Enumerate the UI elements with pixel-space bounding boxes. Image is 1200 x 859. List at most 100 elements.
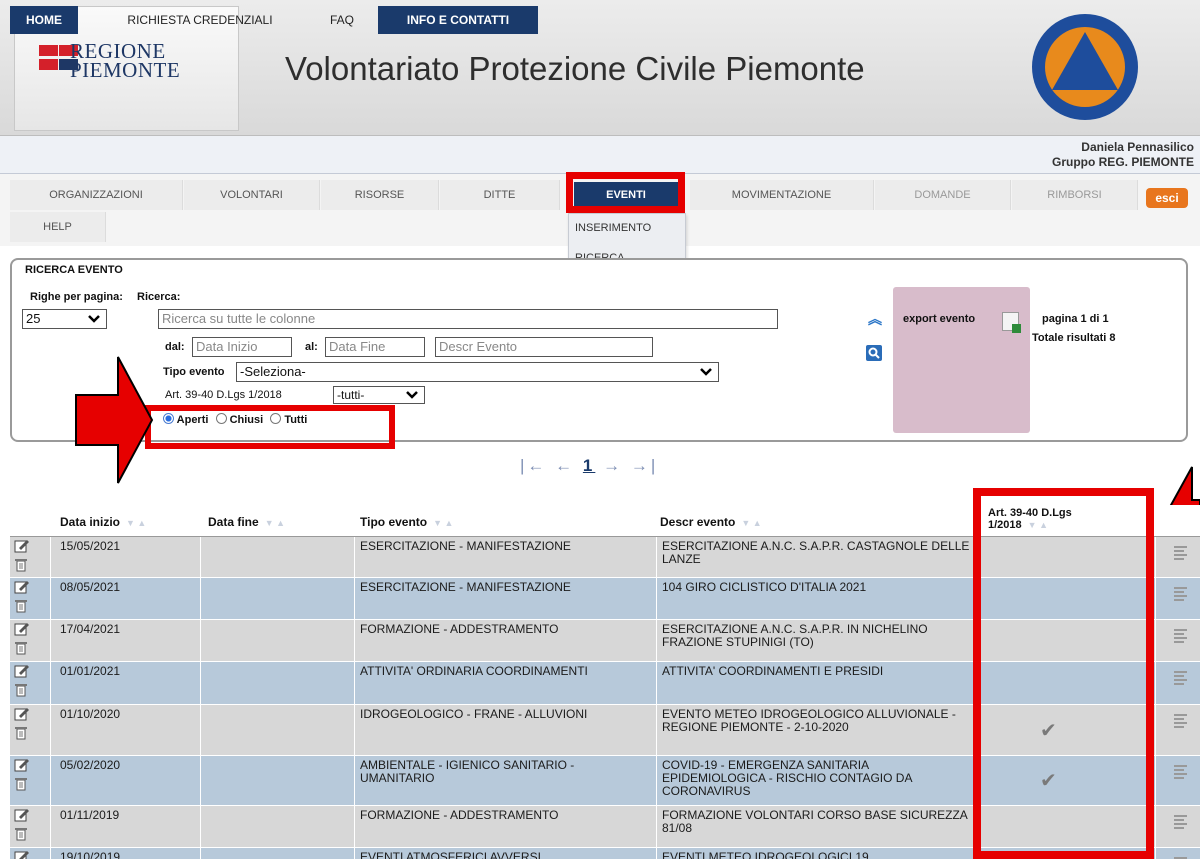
edit-icon[interactable]: [14, 758, 30, 772]
cell-tipo-evento: ESERCITAZIONE - MANIFESTAZIONE: [360, 539, 571, 553]
excel-export-icon[interactable]: [1002, 312, 1021, 333]
column-separator: [656, 537, 657, 577]
logo-text: REGIONE PIEMONTE: [70, 41, 180, 81]
rows-label: Righe per pagina:: [30, 291, 123, 303]
subnav-help[interactable]: HELP: [10, 212, 106, 242]
first-page-button[interactable]: |←: [520, 456, 547, 475]
subnav-ditte[interactable]: DITTE: [440, 180, 560, 210]
delete-icon[interactable]: [14, 558, 28, 572]
col-data-inizio[interactable]: Data inizio ▼ ▲: [60, 515, 146, 529]
cell-tipo-evento: ESERCITAZIONE - MANIFESTAZIONE: [360, 580, 571, 594]
details-icon[interactable]: [1174, 545, 1188, 561]
search-input[interactable]: Ricerca su tutte le colonne: [158, 309, 778, 329]
column-separator: [1155, 537, 1156, 577]
tipo-evento-label: Tipo evento: [163, 366, 225, 378]
edit-icon[interactable]: [14, 707, 30, 721]
delete-icon[interactable]: [14, 641, 28, 655]
last-page-button[interactable]: →|: [631, 456, 658, 475]
column-separator: [50, 705, 51, 755]
delete-icon[interactable]: [14, 599, 28, 613]
user-name: Daniela Pennasilico: [1081, 140, 1194, 154]
export-evento-link[interactable]: export evento: [903, 313, 975, 325]
row-actions: [14, 664, 34, 702]
cell-descr-evento: EVENTI METEO IDROGEOLOGICI 19: [662, 850, 869, 859]
menu-item-inserimento[interactable]: INSERIMENTO: [575, 222, 651, 234]
subnav-volontari[interactable]: VOLONTARI: [184, 180, 320, 210]
delete-icon[interactable]: [14, 827, 28, 841]
edit-icon[interactable]: [14, 808, 30, 822]
delete-icon[interactable]: [14, 777, 28, 791]
col-data-fine[interactable]: Data fine ▼ ▲: [208, 515, 285, 529]
column-separator: [656, 578, 657, 619]
data-fine-input[interactable]: Data Fine: [325, 337, 425, 357]
delete-icon[interactable]: [14, 726, 28, 740]
column-separator: [200, 806, 201, 847]
chevron-down-icon: [88, 315, 100, 323]
prev-page-button[interactable]: ←: [555, 456, 575, 475]
tipo-evento-value: -Seleziona-: [240, 364, 306, 379]
edit-icon[interactable]: [14, 622, 30, 636]
edit-icon[interactable]: [14, 664, 30, 678]
column-separator: [354, 620, 355, 661]
row-actions: [14, 622, 34, 660]
column-separator: [50, 578, 51, 619]
col-descr-evento[interactable]: Descr evento ▼ ▲: [660, 515, 762, 529]
cell-data-inizio: 01/10/2020: [60, 707, 121, 721]
nav-faq[interactable]: FAQ: [318, 6, 366, 34]
edit-icon[interactable]: [14, 850, 30, 859]
column-separator: [200, 620, 201, 661]
red-arrow-right-icon: [75, 356, 154, 484]
export-panel: [893, 287, 1030, 433]
delete-icon[interactable]: [14, 683, 28, 697]
details-icon[interactable]: [1174, 628, 1188, 644]
column-separator: [1155, 705, 1156, 755]
art-select[interactable]: -tutti-: [333, 386, 425, 404]
tipo-evento-select[interactable]: -Seleziona-: [236, 362, 719, 382]
edit-icon[interactable]: [14, 580, 30, 594]
cell-tipo-evento: IDROGEOLOGICO - FRANE - ALLUVIONI: [360, 707, 588, 721]
column-separator: [354, 806, 355, 847]
search-icon[interactable]: [866, 345, 882, 361]
descr-evento-input[interactable]: Descr Evento: [435, 337, 653, 357]
next-page-button[interactable]: →: [603, 456, 623, 475]
details-icon[interactable]: [1174, 670, 1188, 686]
column-separator: [200, 578, 201, 619]
cell-tipo-evento: FORMAZIONE - ADDESTRAMENTO: [360, 808, 559, 822]
nav-richiesta-credenziali[interactable]: RICHIESTA CREDENZIALI: [108, 6, 292, 34]
subnav-risorse[interactable]: RISORSE: [321, 180, 439, 210]
edit-icon[interactable]: [14, 539, 30, 553]
column-separator: [50, 806, 51, 847]
details-icon[interactable]: [1174, 713, 1188, 729]
row-actions: [14, 580, 34, 618]
logout-button[interactable]: esci: [1146, 188, 1188, 208]
column-separator: [656, 756, 657, 805]
eventi-highlight-box: [566, 172, 685, 213]
protezione-civile-emblem-icon: [1032, 14, 1138, 120]
nav-info-contatti[interactable]: INFO E CONTATTI: [378, 6, 538, 34]
details-icon[interactable]: [1174, 586, 1188, 602]
subnav-organizzazioni[interactable]: ORGANIZZAZIONI: [10, 180, 183, 210]
current-page[interactable]: 1: [583, 456, 595, 475]
column-separator: [656, 662, 657, 704]
nav-home[interactable]: HOME: [10, 6, 78, 34]
col-tipo-evento[interactable]: Tipo evento ▼ ▲: [360, 515, 453, 529]
details-icon[interactable]: [1174, 764, 1188, 780]
column-separator: [354, 537, 355, 577]
cell-descr-evento: ATTIVITA' COORDINAMENTI E PRESIDI: [662, 664, 884, 678]
data-inizio-input[interactable]: Data Inizio: [192, 337, 292, 357]
subnav-rimborsi[interactable]: RIMBORSI: [1012, 180, 1138, 210]
column-separator: [1155, 620, 1156, 661]
cell-descr-evento: COVID-19 - EMERGENZA SANITARIA EPIDEMIOL…: [662, 758, 912, 798]
rows-per-page-select[interactable]: 25: [22, 309, 107, 329]
cell-tipo-evento: EVENTI ATMOSFERICI AVVERSI: [360, 850, 541, 859]
cell-data-inizio: 08/05/2021: [60, 580, 121, 594]
cell-data-inizio: 17/04/2021: [60, 622, 121, 636]
details-icon[interactable]: [1174, 814, 1188, 830]
column-separator: [50, 537, 51, 577]
chevron-down-icon: [406, 391, 418, 399]
subnav-movimentazione[interactable]: MOVIMENTAZIONE: [690, 180, 874, 210]
column-separator: [200, 848, 201, 859]
cell-tipo-evento: FORMAZIONE - ADDESTRAMENTO: [360, 622, 559, 636]
collapse-icon[interactable]: ︽: [868, 309, 882, 329]
subnav-domande[interactable]: DOMANDE: [875, 180, 1011, 210]
